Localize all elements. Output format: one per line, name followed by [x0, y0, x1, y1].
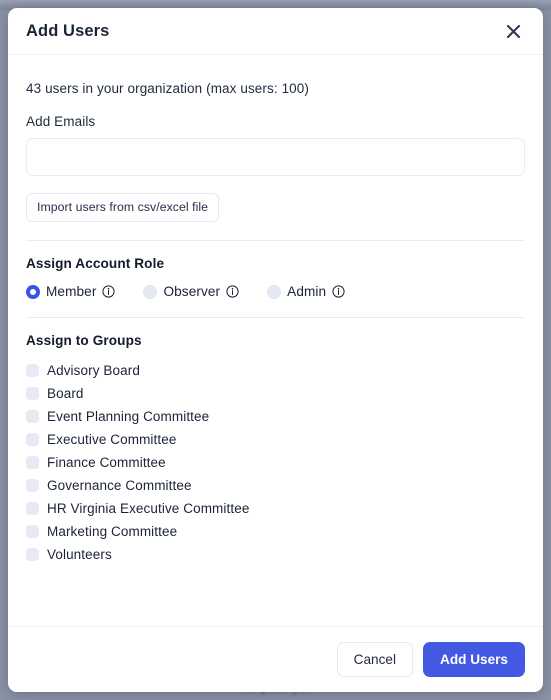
role-options: Member Observer Admin	[26, 284, 525, 299]
page-title: Add Users	[26, 21, 110, 40]
modal-header: Add Users	[8, 8, 543, 55]
group-checkbox[interactable]	[26, 502, 39, 515]
assign-to-groups-title: Assign to Groups	[26, 333, 142, 348]
radio-admin[interactable]	[267, 284, 282, 299]
group-label: HR Virginia Executive Committee	[47, 501, 250, 516]
list-item[interactable]: Event Planning Committee	[26, 405, 525, 428]
group-label: Governance Committee	[47, 478, 192, 493]
list-item[interactable]: Executive Committee	[26, 428, 525, 451]
group-checkbox[interactable]	[26, 479, 39, 492]
group-checkbox[interactable]	[26, 433, 39, 446]
cancel-button[interactable]: Cancel	[336, 642, 413, 677]
role-label-admin: Admin	[287, 284, 327, 299]
group-label: Advisory Board	[47, 363, 140, 378]
divider-groups	[26, 317, 525, 318]
add-emails-label: Add Emails	[26, 114, 96, 129]
list-item[interactable]: Marketing Committee	[26, 520, 525, 543]
list-item[interactable]: Board	[26, 382, 525, 405]
group-label: Volunteers	[47, 547, 112, 562]
list-item[interactable]: Governance Committee	[26, 474, 525, 497]
role-option-observer[interactable]: Observer	[143, 284, 239, 299]
group-label: Marketing Committee	[47, 524, 178, 539]
close-icon[interactable]	[500, 18, 526, 44]
import-users-button[interactable]: Import users from csv/excel file	[26, 193, 220, 222]
list-item[interactable]: HR Virginia Executive Committee	[26, 497, 525, 520]
group-label: Executive Committee	[47, 432, 177, 447]
list-item[interactable]: Advisory Board	[26, 359, 525, 382]
add-users-button[interactable]: Add Users	[423, 642, 525, 677]
divider-role	[26, 240, 525, 241]
email-input[interactable]	[26, 138, 525, 176]
radio-observer[interactable]	[143, 284, 158, 299]
assign-account-role-title: Assign Account Role	[26, 256, 165, 271]
group-checkbox[interactable]	[26, 456, 39, 469]
role-option-member[interactable]: Member	[26, 284, 116, 299]
list-item[interactable]: Finance Committee	[26, 451, 525, 474]
add-users-modal: Add Users 43 users in your organization …	[8, 8, 543, 692]
role-label-observer: Observer	[163, 284, 221, 299]
group-label: Event Planning Committee	[47, 409, 210, 424]
group-checkbox[interactable]	[26, 525, 39, 538]
info-icon-member[interactable]	[102, 285, 116, 298]
group-label: Finance Committee	[47, 455, 166, 470]
groups-list: Advisory Board Board Event Planning Comm…	[26, 359, 525, 566]
org-user-count: 43 users in your organization (max users…	[26, 81, 309, 96]
role-label-member: Member	[46, 284, 97, 299]
info-icon-observer[interactable]	[226, 285, 239, 298]
modal-body: 43 users in your organization (max users…	[8, 55, 543, 626]
role-option-admin[interactable]: Admin	[267, 284, 345, 299]
group-checkbox[interactable]	[26, 364, 39, 377]
group-checkbox[interactable]	[26, 387, 39, 400]
list-item[interactable]: Volunteers	[26, 543, 525, 566]
modal-footer: Cancel Add Users	[8, 626, 543, 692]
radio-member[interactable]	[26, 284, 40, 299]
group-checkbox[interactable]	[26, 548, 39, 561]
info-icon-admin[interactable]	[332, 285, 345, 298]
group-checkbox[interactable]	[26, 410, 39, 423]
import-row: Import users from csv/excel file	[26, 193, 525, 222]
group-label: Board	[47, 386, 84, 401]
